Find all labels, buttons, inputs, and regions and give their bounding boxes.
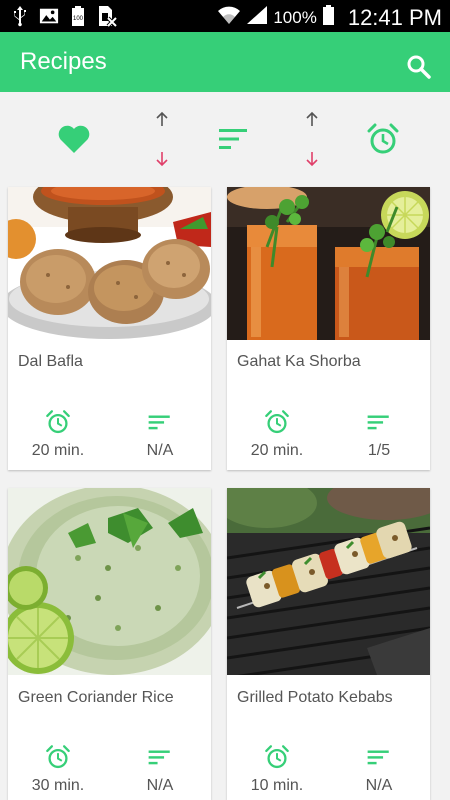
- sort-favorites-asc-button[interactable]: [152, 110, 172, 128]
- arrow-up-icon: [306, 111, 318, 126]
- prep-time: 30 min.: [18, 744, 98, 796]
- recipe-card[interactable]: Gahat Ka Shorba 20 min. 1/5: [227, 187, 430, 470]
- recipe-card[interactable]: Grilled Potato Kebabs 10 min. N/A: [227, 488, 430, 800]
- sort-lines-icon: [219, 129, 247, 149]
- recipe-image: [8, 187, 211, 340]
- battery-percent: 100%: [273, 7, 317, 27]
- prep-time: 20 min.: [237, 409, 317, 461]
- difficulty-value: N/A: [146, 777, 174, 794]
- alarm-clock-icon: [265, 410, 289, 434]
- recipe-card[interactable]: Dal Bafla 20 min. N/A: [8, 187, 211, 470]
- recipe-image: [227, 488, 430, 675]
- sort-favorites-desc-button[interactable]: [152, 150, 172, 168]
- sort-toolbar: [0, 92, 450, 187]
- no-sim-icon: [97, 5, 117, 27]
- wifi-icon: [217, 5, 241, 30]
- battery-level-text: 100: [73, 16, 84, 22]
- difficulty-value: N/A: [146, 442, 174, 459]
- favorites-button[interactable]: [54, 121, 94, 157]
- recipe-image: [227, 187, 430, 340]
- image-icon: [39, 5, 59, 27]
- difficulty-value: 1/5: [367, 442, 391, 459]
- prep-time-value: 30 min.: [31, 777, 85, 794]
- battery-full-icon: 100: [68, 5, 88, 27]
- difficulty: N/A: [339, 744, 419, 796]
- alarm-clock-icon: [46, 410, 70, 434]
- search-icon: [407, 55, 431, 79]
- arrow-down-icon: [156, 152, 168, 167]
- heart-icon: [58, 125, 90, 153]
- sort-difficulty-desc-button[interactable]: [302, 150, 322, 168]
- difficulty-value: N/A: [365, 777, 393, 794]
- prep-time-value: 20 min.: [250, 442, 304, 459]
- app-title: Recipes: [20, 48, 107, 75]
- arrow-up-icon: [156, 111, 168, 126]
- difficulty: 1/5: [339, 409, 419, 461]
- sort-lines-icon: [367, 415, 389, 430]
- prep-time-value: 10 min.: [250, 777, 304, 794]
- alarm-clock-icon: [265, 745, 289, 769]
- recipe-card[interactable]: Green Coriander Rice 30 min. N/A: [8, 488, 211, 800]
- recipe-title: Grilled Potato Kebabs: [237, 689, 393, 706]
- recipe-title: Green Coriander Rice: [18, 689, 174, 706]
- sort-lines-icon: [367, 750, 389, 765]
- difficulty-sort-button[interactable]: [214, 122, 252, 156]
- difficulty: N/A: [120, 409, 200, 461]
- prep-time: 10 min.: [237, 744, 317, 796]
- prep-time-value: 20 min.: [31, 442, 85, 459]
- search-button[interactable]: [406, 54, 432, 80]
- recipe-title: Dal Bafla: [18, 353, 83, 370]
- app-bar: Recipes: [0, 32, 450, 92]
- time-sort-button[interactable]: [364, 120, 402, 158]
- battery-icon: [322, 4, 335, 31]
- signal-icon: [246, 5, 268, 30]
- prep-time: 20 min.: [18, 409, 98, 461]
- sort-difficulty-asc-button[interactable]: [302, 110, 322, 128]
- recipe-title: Gahat Ka Shorba: [237, 353, 361, 370]
- sort-lines-icon: [148, 750, 170, 765]
- difficulty: N/A: [120, 744, 200, 796]
- alarm-clock-icon: [46, 745, 70, 769]
- sort-lines-icon: [148, 415, 170, 430]
- arrow-down-icon: [306, 152, 318, 167]
- recipe-image: [8, 488, 211, 675]
- status-bar: 100 100% 12:41 PM: [0, 0, 450, 32]
- status-time: 12:41 PM: [347, 4, 442, 30]
- alarm-clock-icon: [367, 123, 399, 154]
- usb-icon: [10, 5, 30, 27]
